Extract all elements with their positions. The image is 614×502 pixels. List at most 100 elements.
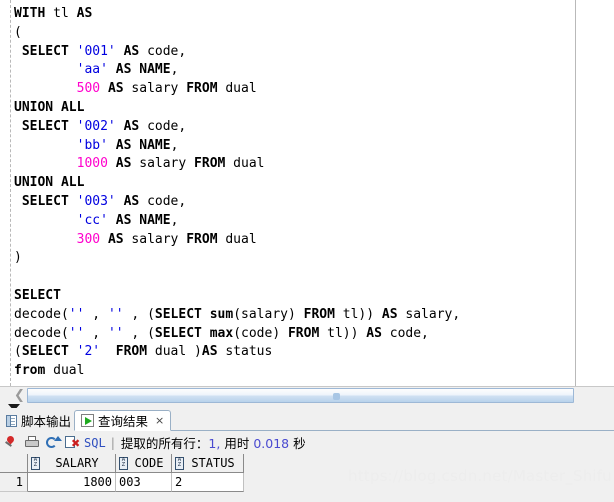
- code-token: UNION ALL: [14, 99, 85, 115]
- sql-code-text[interactable]: WITH tl AS( SELECT '001' AS code, 'aa' A…: [14, 5, 460, 381]
- fetch-status-rowcount: 1,: [208, 436, 221, 451]
- grid-column-header[interactable]: A Z CODE: [116, 454, 172, 473]
- grid-header-row: A Z SALARY A Z CODE A Z STATUS: [0, 454, 244, 473]
- table-row[interactable]: 1 1800 003 2: [0, 473, 244, 492]
- az-sort-icon[interactable]: AZ: [119, 456, 128, 470]
- code-token: ,: [84, 306, 108, 322]
- code-token: salary: [123, 231, 187, 247]
- code-token: '003': [76, 193, 116, 209]
- code-token: WITH: [14, 6, 46, 21]
- grid-column-label: STATUS: [191, 456, 235, 470]
- code-token: status: [217, 344, 273, 360]
- code-token: 300: [76, 231, 101, 247]
- code-token: from: [14, 363, 46, 379]
- code-token: code,: [381, 325, 429, 341]
- code-token: AS: [123, 193, 140, 209]
- code-token: (: [14, 344, 22, 360]
- code-token: ): [14, 250, 22, 266]
- code-token: '': [107, 306, 124, 322]
- tab-label: 查询结果: [98, 414, 149, 429]
- az-sort-icon[interactable]: AZ: [175, 456, 184, 470]
- row-number-cell: 1: [0, 473, 28, 492]
- code-token: FROM: [186, 231, 218, 247]
- editor-left-margin-line: [10, 0, 11, 386]
- toolbar-separator: |: [110, 435, 115, 450]
- grid-column-header[interactable]: A Z SALARY: [28, 454, 116, 473]
- code-line: SELECT '001' AS code,: [14, 43, 460, 62]
- code-token: decode(: [14, 325, 69, 341]
- code-token: '': [68, 325, 85, 341]
- fetch-status-prefix: 提取的所有行：: [120, 436, 209, 451]
- code-token: '2': [76, 344, 101, 360]
- grid-corner-cell: [0, 454, 28, 473]
- code-token: AS NAME: [115, 62, 171, 78]
- scrollbar-grip-icon: [333, 393, 341, 400]
- code-token: dual: [225, 156, 265, 172]
- code-token: FROM: [194, 156, 226, 172]
- tab-label: 脚本输出: [21, 414, 72, 429]
- code-token: code,: [139, 193, 187, 209]
- code-token: SELECT: [21, 43, 69, 59]
- code-line: 'bb' AS NAME,: [14, 137, 460, 156]
- watermark-text: https://blog.csdn.net/Master_Shifu: [348, 467, 612, 485]
- code-token: '': [107, 325, 124, 341]
- code-token: decode(: [14, 306, 69, 322]
- refresh-icon[interactable]: [42, 434, 62, 452]
- editor-horizontal-scrollbar[interactable]: ❮: [0, 386, 614, 404]
- code-token: FROM: [287, 325, 320, 341]
- sql-editor[interactable]: WITH tl AS( SELECT '001' AS code, 'aa' A…: [0, 0, 614, 386]
- code-token: AS: [123, 118, 140, 134]
- result-panel-tabbar[interactable]: 脚本输出 × 查询结果 ×: [0, 408, 614, 431]
- clear-icon[interactable]: [62, 434, 82, 452]
- scrollbar-thumb[interactable]: [27, 388, 574, 403]
- code-token: AS NAME: [115, 137, 171, 153]
- code-token: salary,: [397, 306, 461, 322]
- pin-icon[interactable]: [2, 434, 22, 452]
- grid-column-header[interactable]: A Z STATUS: [172, 454, 244, 473]
- code-token: 500: [76, 81, 101, 97]
- tab-query-result[interactable]: 查询结果 ×: [74, 410, 172, 431]
- code-line: SELECT '003' AS code,: [14, 193, 460, 212]
- grid-cell[interactable]: 003: [116, 473, 172, 492]
- code-token: 1000: [76, 156, 108, 172]
- az-sort-icon[interactable]: AZ: [31, 456, 40, 470]
- code-token: ,: [170, 212, 179, 228]
- code-token: FROM: [303, 306, 335, 322]
- code-token: ,: [170, 62, 179, 78]
- code-token: SELECT: [21, 193, 69, 209]
- print-icon[interactable]: [22, 434, 42, 452]
- code-token: SELECT: [14, 287, 61, 303]
- code-token: AS: [123, 43, 140, 59]
- fetch-status: 提取的所有行：1, 用时 0.018 秒: [121, 433, 306, 452]
- code-line: 500 AS salary FROM dual: [14, 80, 460, 99]
- grid-cell[interactable]: 1800: [28, 473, 116, 492]
- code-token: ,: [84, 325, 108, 341]
- code-token: AS: [107, 231, 124, 247]
- tab-close-icon[interactable]: ×: [155, 414, 164, 427]
- grid-cell[interactable]: 2: [172, 473, 244, 492]
- code-token: 'aa': [76, 62, 108, 78]
- sql-button[interactable]: SQL: [84, 436, 106, 450]
- fetch-status-elapsed-value: 0.018: [253, 436, 290, 451]
- fetch-status-unit: 秒: [293, 436, 306, 451]
- code-token: '001': [76, 43, 116, 59]
- code-token: (: [14, 24, 22, 40]
- code-token: code,: [139, 118, 187, 134]
- scroll-left-icon[interactable]: ❮: [12, 388, 27, 403]
- code-line: ): [14, 249, 460, 268]
- code-token: SELECT max: [154, 325, 234, 341]
- code-token: SELECT: [21, 118, 69, 134]
